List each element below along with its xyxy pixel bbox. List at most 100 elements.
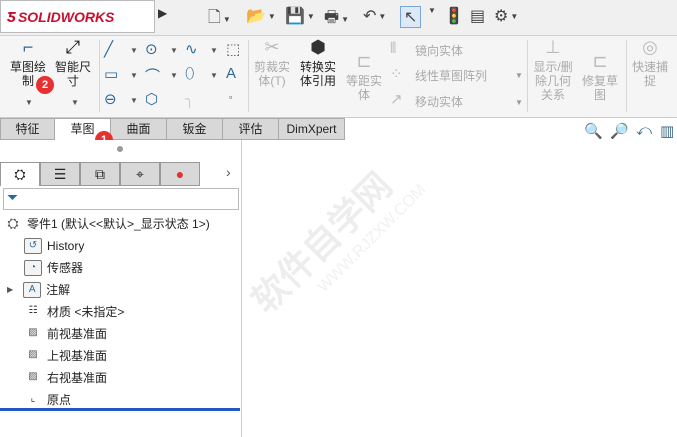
slot-dropdown[interactable]: ▼ [130, 96, 138, 105]
circle-dropdown[interactable]: ▼ [170, 46, 178, 55]
annotations-folder-icon: A [23, 282, 42, 298]
solidworks-logo[interactable]: ƽ SOLIDWORKS [0, 0, 155, 33]
gear-icon: ⚙ [494, 8, 509, 25]
zoom-to-area-icon[interactable]: 🔎 [610, 122, 629, 140]
expand-menu-arrow[interactable]: ▶ [158, 6, 172, 28]
tab-evaluate[interactable]: 评估 [223, 118, 279, 140]
arc-dropdown[interactable]: ▼ [170, 71, 178, 80]
new-button[interactable]: 🗋 ▼ [208, 6, 231, 33]
configuration-manager-tab[interactable]: ⧉ [80, 162, 120, 186]
property-manager-tab[interactable]: ☰ [40, 162, 80, 186]
text-icon[interactable]: A [226, 65, 236, 82]
new-icon: 🗋 [208, 9, 221, 26]
tree-filter[interactable]: ⏷ [3, 188, 239, 210]
tab-features[interactable]: 特征 [0, 118, 55, 140]
relations-icon: ⊥ [545, 37, 561, 57]
sketch-dropdown[interactable]: ▼ [25, 98, 33, 107]
feature-manager-tab[interactable]: ⛭ [0, 162, 40, 186]
circle-icon[interactable]: ⊙ [145, 40, 158, 58]
feature-manager-panel: ⛭ ☰ ⧉ ⌖ ● › ⏷ ⛭ 零件1 (默认<<默认>_显示状态 1>) ↺ Hi… [0, 140, 242, 437]
plane-icon: ▨ [28, 327, 38, 338]
save-icon: 💾 [285, 8, 305, 25]
save-button[interactable]: 💾 ▼ [285, 6, 315, 26]
tree-item-material[interactable]: ☷ 材质 <未指定> [24, 302, 125, 322]
title-bar: ƽ SOLIDWORKS ▶ 🗋 ▼ 📂 ▼ 💾 ▼ 🖶 ▼ ↶ ▼ ↖ ▼ 🚦 ▤ ⚙ ▼ [0, 0, 677, 36]
move-entities-button[interactable]: 移动实体 [415, 93, 463, 110]
open-icon: 📂 [246, 8, 266, 25]
tab-sheet-metal[interactable]: 钣金 [167, 118, 223, 140]
point-icon[interactable]: ▫ [229, 92, 232, 102]
trim-entities-button[interactable]: ✂ 剪裁实体(T) [252, 37, 292, 88]
move-icon: ↗ [390, 91, 403, 108]
select-button[interactable]: ↖ [400, 6, 422, 28]
undo-button[interactable]: ↶ ▼ [363, 6, 386, 26]
divider [626, 40, 627, 112]
sketch-icon: ⌐ [22, 37, 34, 57]
slot-icon[interactable]: ⊖ [104, 90, 117, 108]
tree-item-sensors[interactable]: ◔ 传感器 [24, 258, 83, 278]
linear-pattern-dropdown[interactable]: ▼ [515, 71, 523, 80]
divider [527, 40, 528, 112]
tab-surfaces[interactable]: 曲面 [111, 118, 167, 140]
arc-icon[interactable]: ⌒ [145, 65, 160, 86]
repair-icon: ⊏ [592, 51, 608, 71]
tree-root-part[interactable]: ⛭ 零件1 (默认<<默认>_显示状态 1>) [4, 214, 209, 234]
color-wheel-icon: ● [175, 166, 185, 182]
spline-icon[interactable]: ∿ [185, 40, 198, 58]
step-badge-2: 2 [36, 76, 54, 94]
mirror-entities-button[interactable]: 镜向实体 [415, 42, 463, 59]
print-button[interactable]: 🖶 ▼ [324, 6, 349, 33]
tab-dimxpert[interactable]: DimXpert [279, 118, 345, 140]
file-properties-button[interactable]: ▤ [470, 6, 485, 26]
smart-dimension-button[interactable]: ⤢ 智能尺寸 [53, 38, 93, 88]
rebuild-button[interactable]: 🚦 [444, 6, 464, 26]
quick-snaps-button[interactable]: ◎ 快速捕捉 [630, 38, 670, 88]
options-button[interactable]: ⚙ ▼ [494, 6, 518, 26]
tree-item-origin[interactable]: ⌞ 原点 [24, 390, 71, 410]
panel-splitter-handle[interactable] [117, 146, 123, 152]
previous-view-icon[interactable]: ⤺ [636, 122, 652, 139]
command-manager: ⌐ 草图绘制 ▼ ⤢ 智能尺寸 ▼ 2 ╱ ▭ ⊖ ⊙ ⌒ ⬡ ∿ ⬯ ╮ ⬚ A … [0, 36, 677, 118]
polygon-icon[interactable]: ⬡ [145, 90, 158, 108]
rectangle-dropdown[interactable]: ▼ [130, 71, 138, 80]
dimxpert-manager-tab[interactable]: ⌖ [120, 162, 160, 186]
tree-item-annotations[interactable]: ▶ A 注解 [7, 280, 70, 300]
open-button[interactable]: 📂 ▼ [246, 6, 276, 26]
tree-item-front-plane[interactable]: ▨ 前视基准面 [24, 324, 107, 344]
linear-pattern-icon: ⁘ [390, 66, 403, 83]
display-manager-tab[interactable]: ● [160, 162, 200, 186]
linear-pattern-button[interactable]: 线性草图阵列 [415, 67, 487, 84]
select-dropdown[interactable]: ▼ [426, 6, 436, 15]
scissors-icon: ✂ [264, 37, 280, 57]
rollback-bar[interactable] [0, 408, 240, 411]
repair-sketch-button[interactable]: ⊏ 修复草图 [580, 51, 620, 102]
rebuild-icon: 🚦 [444, 8, 464, 25]
section-view-icon[interactable]: ▥ [660, 122, 674, 140]
spline-dropdown[interactable]: ▼ [210, 46, 218, 55]
history-folder-icon: ↺ [24, 238, 42, 254]
smart-dimension-dropdown[interactable]: ▼ [71, 98, 79, 107]
plane-icon: ▨ [28, 371, 38, 382]
part-icon: ⛭ [14, 166, 26, 182]
display-delete-relations-button[interactable]: ⊥ 显示/删除几何关系 [532, 37, 574, 102]
offset-icon: ⊏ [356, 51, 372, 71]
undo-icon: ↶ [363, 8, 377, 25]
fillet-icon[interactable]: ╮ [185, 90, 194, 108]
offset-entities-button[interactable]: ⊏ 等距实体 [344, 51, 384, 102]
tree-item-history[interactable]: ↺ History [24, 236, 84, 256]
expand-arrow-icon[interactable]: ▶ [7, 280, 13, 300]
move-dropdown[interactable]: ▼ [515, 98, 523, 107]
zoom-to-fit-icon[interactable]: 🔍 [584, 122, 603, 140]
ellipse-icon[interactable]: ⬯ [185, 65, 194, 82]
rectangle-icon[interactable]: ▭ [104, 65, 118, 83]
line-icon[interactable]: ╱ [104, 40, 113, 58]
construction-geometry-icon[interactable]: ⬚ [226, 40, 240, 58]
ellipse-dropdown[interactable]: ▼ [210, 71, 218, 80]
convert-entities-button[interactable]: ⬢ 转换实体引用 [296, 38, 340, 88]
line-dropdown[interactable]: ▼ [130, 46, 138, 55]
tree-item-top-plane[interactable]: ▨ 上视基准面 [24, 346, 107, 366]
chevron-right-icon[interactable]: › [226, 164, 231, 180]
file-properties-icon: ▤ [470, 8, 486, 25]
tree-item-right-plane[interactable]: ▨ 右视基准面 [24, 368, 107, 388]
panel-tabs: ⛭ ☰ ⧉ ⌖ ● [0, 162, 200, 186]
